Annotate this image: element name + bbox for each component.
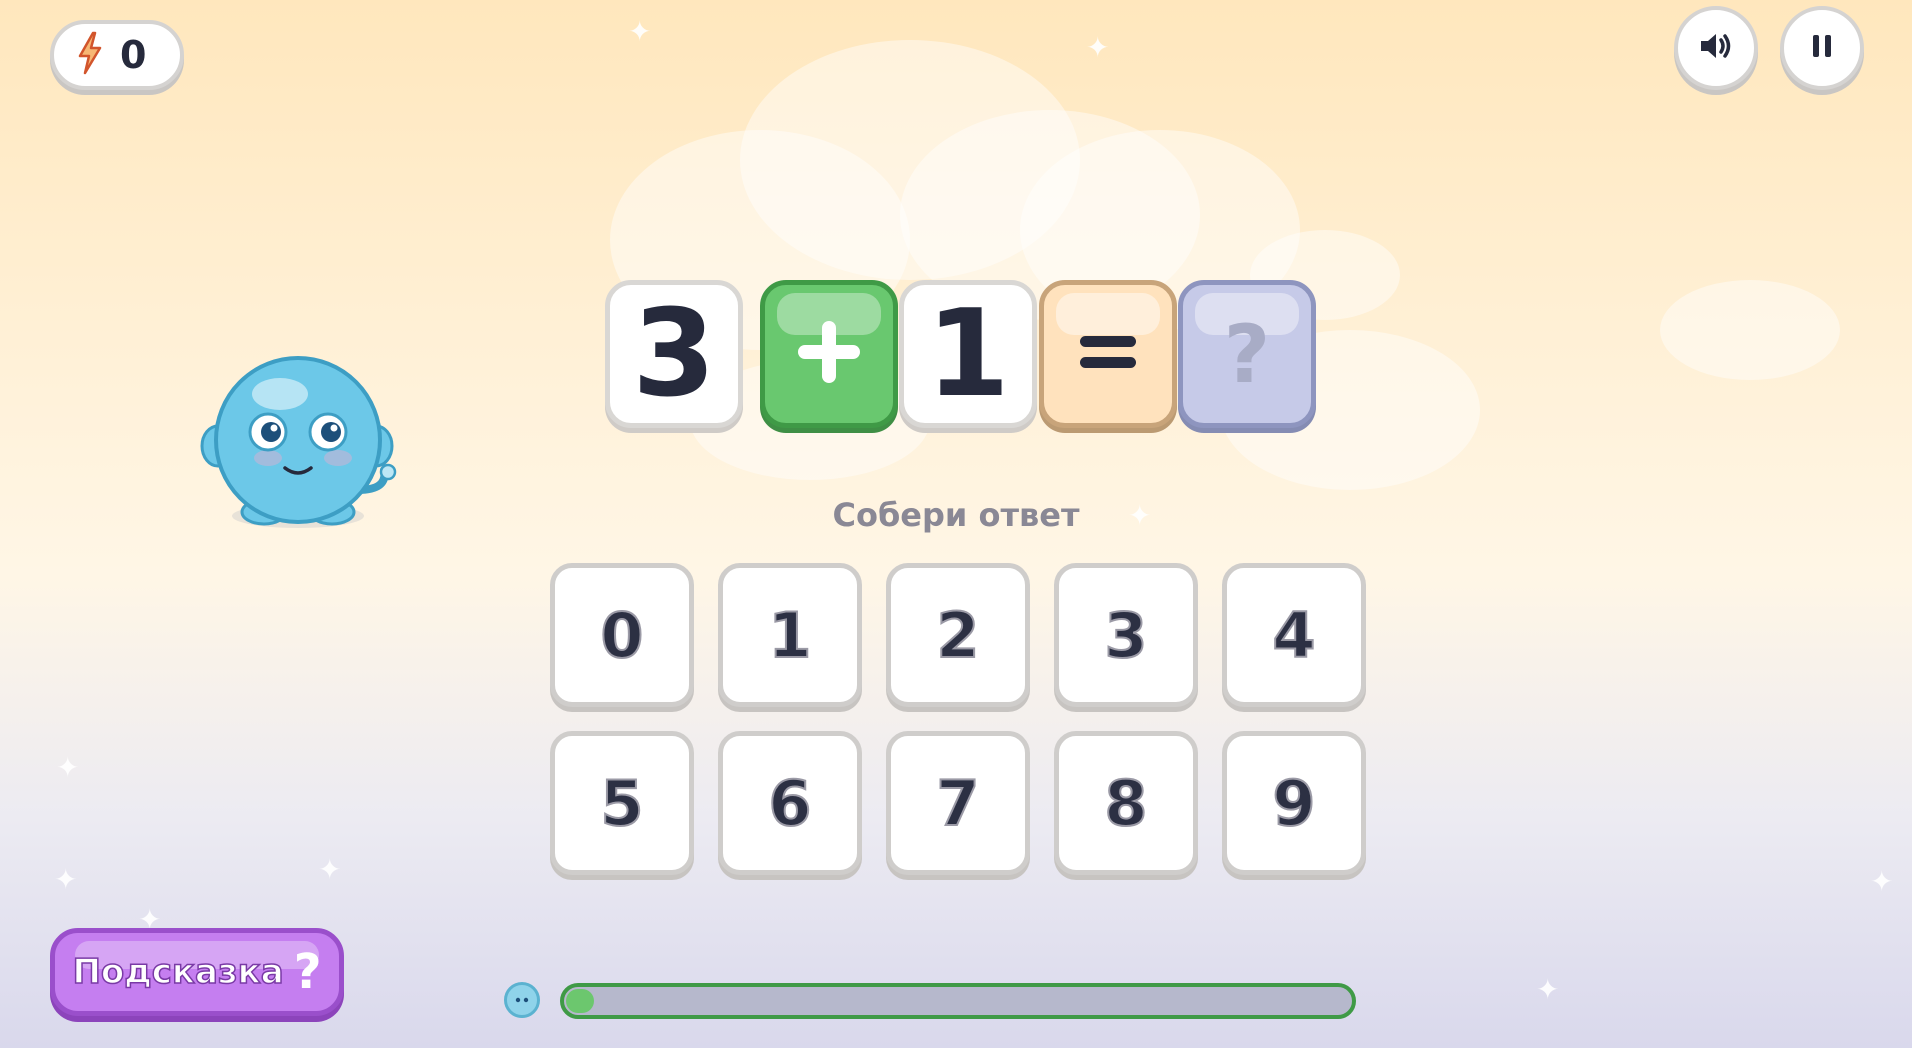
equation-operator-plus — [760, 280, 898, 428]
number-keypad: 0 1 2 3 4 5 6 7 8 9 — [550, 563, 1366, 875]
key-7[interactable]: 7 — [886, 731, 1030, 875]
sparkle-icon: ✦ — [318, 853, 342, 886]
key-2[interactable]: 2 — [886, 563, 1030, 707]
question-icon: ? — [293, 944, 322, 1000]
background-cloud — [1660, 280, 1840, 380]
key-4[interactable]: 4 — [1222, 563, 1366, 707]
sparkle-icon: ✦ — [54, 863, 78, 896]
sparkle-icon: ✦ — [56, 751, 80, 784]
sound-button[interactable] — [1674, 6, 1758, 90]
progress-fill — [566, 989, 594, 1013]
equation-answer-slot: ? — [1178, 280, 1316, 428]
key-9[interactable]: 9 — [1222, 731, 1366, 875]
hint-button-label: Подсказка — [72, 951, 285, 993]
hint-button[interactable]: Подсказка ? — [50, 928, 344, 1016]
progress-bar — [560, 983, 1356, 1019]
progress-avatar-icon — [504, 982, 540, 1018]
sparkle-icon: ✦ — [1870, 865, 1894, 898]
key-8[interactable]: 8 — [1054, 731, 1198, 875]
equation-operand-2: 1 — [899, 280, 1037, 428]
key-0[interactable]: 0 — [550, 563, 694, 707]
score-value: 0 — [120, 33, 147, 77]
score-counter: 0 — [50, 20, 184, 90]
lightning-icon — [76, 31, 104, 79]
sparkle-icon: ✦ — [628, 15, 652, 48]
key-5[interactable]: 5 — [550, 731, 694, 875]
plus-icon — [794, 317, 864, 391]
equals-icon — [1078, 332, 1138, 376]
sparkle-icon: ✦ — [1086, 31, 1110, 64]
sparkle-icon: ✦ — [1536, 973, 1560, 1006]
answer-placeholder: ? — [1223, 307, 1271, 401]
equation-equals — [1039, 280, 1177, 428]
equation-operand-1: 3 — [605, 280, 743, 428]
speaker-icon — [1698, 30, 1734, 66]
key-3[interactable]: 3 — [1054, 563, 1198, 707]
pause-icon — [1811, 33, 1833, 63]
pause-button[interactable] — [1780, 6, 1864, 90]
key-1[interactable]: 1 — [718, 563, 862, 707]
key-6[interactable]: 6 — [718, 731, 862, 875]
instruction-text: Собери ответ — [832, 496, 1080, 534]
